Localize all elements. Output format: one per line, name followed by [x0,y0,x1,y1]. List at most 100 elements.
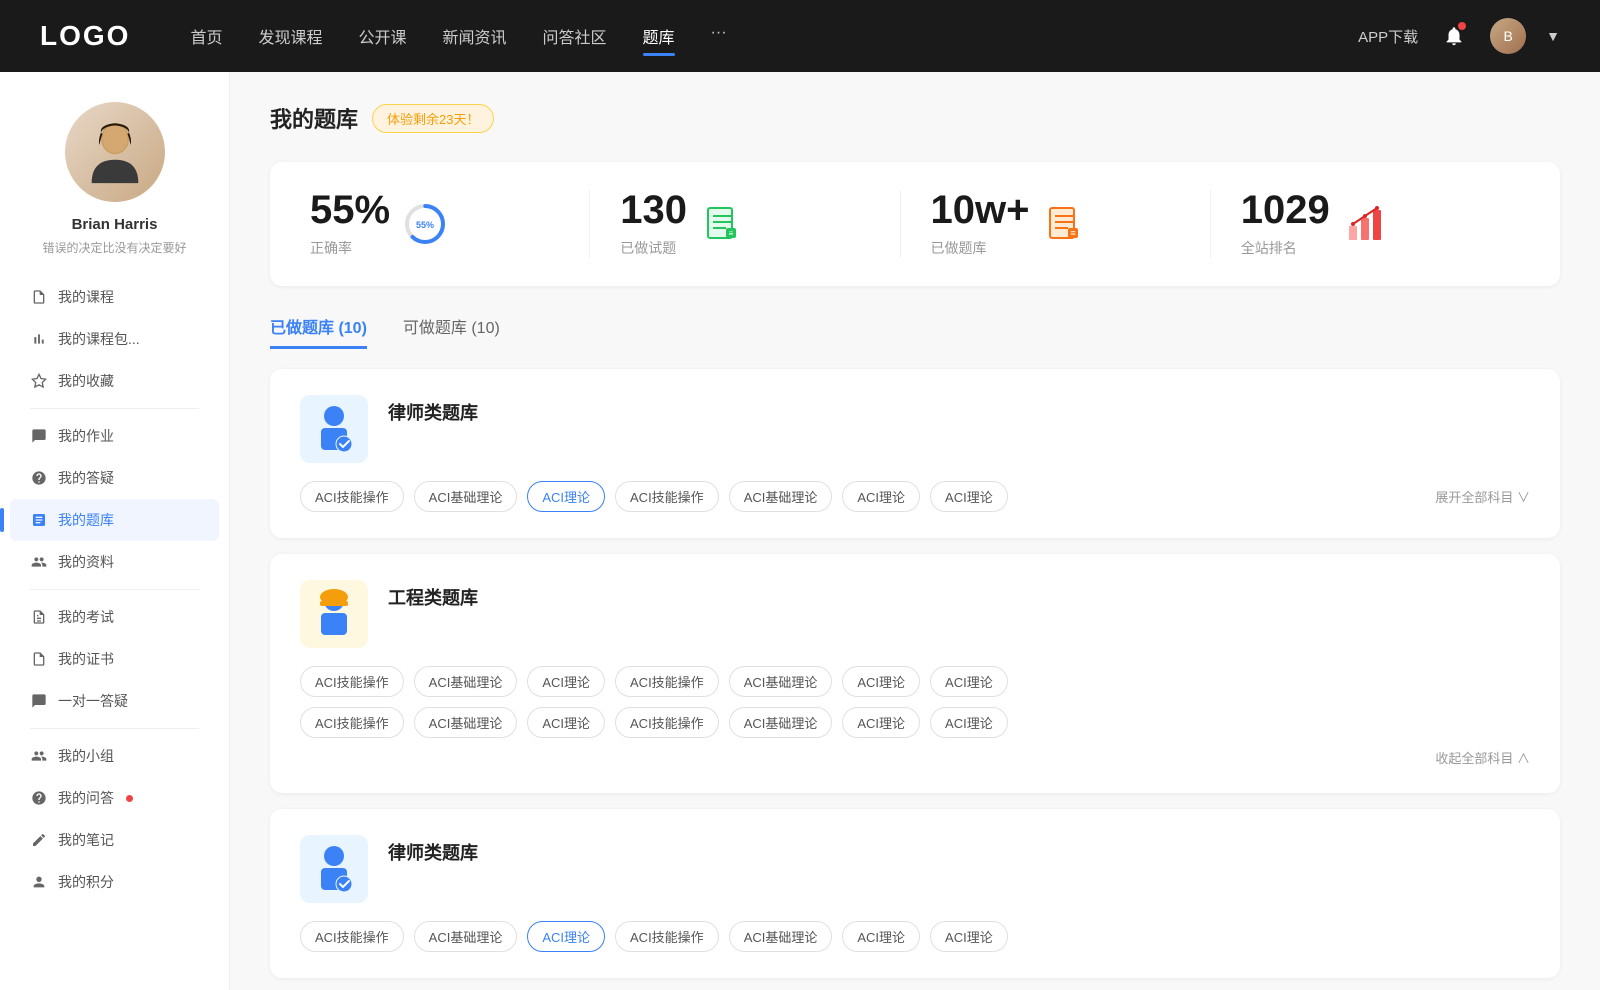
tag-3-5[interactable]: ACI理论 [842,921,920,952]
nav-open-course[interactable]: 公开课 [358,24,406,48]
bank-card-icon-1 [300,395,368,463]
stat-rank-label: 全站排名 [1241,238,1330,258]
mynotes-icon [30,831,48,849]
bank-card-header-1: 律师类题库 [300,395,1530,463]
stat-accuracy: 55% 正确率 55% [310,190,590,258]
sidebar-item-onetoone[interactable]: 一对一答疑 [10,680,219,722]
bank-card-header-3: 律师类题库 [300,835,1530,903]
notification-bell[interactable] [1438,20,1470,52]
tag-3-4[interactable]: ACI基础理论 [729,921,833,952]
tag-2b-4[interactable]: ACI基础理论 [729,707,833,738]
tag-1-2[interactable]: ACI理论 [527,481,605,512]
nav-qa[interactable]: 问答社区 [543,24,607,48]
stat-banks-number: 10w+ [931,190,1030,230]
nav-questionbank[interactable]: 题库 [643,24,675,48]
tag-1-3[interactable]: ACI技能操作 [615,481,719,512]
tag-2-4[interactable]: ACI基础理论 [729,666,833,697]
tag-2-2[interactable]: ACI理论 [527,666,605,697]
sidebar-motto: 错误的决定比没有决定要好 [42,239,186,256]
tag-3-3[interactable]: ACI技能操作 [615,921,719,952]
stat-rank-content: 1029 全站排名 [1241,190,1330,258]
nav-home[interactable]: 首页 [190,24,222,48]
sidebar-item-mynotes[interactable]: 我的笔记 [10,819,219,861]
coursepackages-icon [30,330,48,348]
questionbank-icon [30,511,48,529]
sidebar-label-profile: 我的资料 [58,552,114,572]
bank-card-icon-2 [300,580,368,648]
avatar[interactable]: B [1490,18,1526,54]
tag-2-0[interactable]: ACI技能操作 [300,666,404,697]
sidebar-item-coursepackages[interactable]: 我的课程包... [10,318,219,360]
tag-2b-6[interactable]: ACI理论 [930,707,1008,738]
sidebar-label-myquestions: 我的问答 [58,788,114,808]
mypoints-icon [30,873,48,891]
tag-2-3[interactable]: ACI技能操作 [615,666,719,697]
stat-questions-label: 已做试题 [620,238,687,258]
tag-1-5[interactable]: ACI理论 [842,481,920,512]
sidebar-label-mynotes: 我的笔记 [58,830,114,850]
sidebar-label-onetoone: 一对一答疑 [58,691,128,711]
tab-available[interactable]: 可做题库 (10) [403,314,500,349]
tag-2b-5[interactable]: ACI理论 [842,707,920,738]
tag-1-6[interactable]: ACI理论 [930,481,1008,512]
sidebar-item-myqa[interactable]: 我的答疑 [10,457,219,499]
sidebar-item-mygroup[interactable]: 我的小组 [10,735,219,777]
divider-2 [30,589,199,590]
question-dot [126,795,133,802]
expand-link-1[interactable]: 展开全部科目 ∨ [1435,487,1530,506]
tag-1-4[interactable]: ACI基础理论 [729,481,833,512]
stat-banks-icon: ≡ [1043,203,1085,245]
sidebar-item-mypoints[interactable]: 我的积分 [10,861,219,903]
homework-icon [30,427,48,445]
tag-2-6[interactable]: ACI理论 [930,666,1008,697]
tag-2-1[interactable]: ACI基础理论 [414,666,518,697]
tag-2-5[interactable]: ACI理论 [842,666,920,697]
nav-links: 首页 发现课程 公开课 新闻资讯 问答社区 题库 ··· [190,24,1318,48]
nav-discover[interactable]: 发现课程 [258,24,322,48]
collapse-link-2[interactable]: 收起全部科目 ∧ [300,748,1530,767]
sidebar-item-exams[interactable]: 我的考试 [10,596,219,638]
tag-3-0[interactable]: ACI技能操作 [300,921,404,952]
tag-3-6[interactable]: ACI理论 [930,921,1008,952]
tag-2b-1[interactable]: ACI基础理论 [414,707,518,738]
mygroup-icon [30,747,48,765]
page-title: 我的题库 [270,102,358,134]
tag-2b-0[interactable]: ACI技能操作 [300,707,404,738]
tag-1-1[interactable]: ACI基础理论 [414,481,518,512]
sidebar-item-profile[interactable]: 我的资料 [10,541,219,583]
svg-text:≡: ≡ [729,229,734,238]
tag-3-1[interactable]: ACI基础理论 [414,921,518,952]
logo[interactable]: LOGO [40,20,130,52]
avatar-dropdown-icon[interactable]: ▼ [1546,28,1560,44]
sidebar-item-mycourses[interactable]: 我的课程 [10,276,219,318]
svg-text:55%: 55% [416,220,434,230]
tag-2b-2[interactable]: ACI理论 [527,707,605,738]
divider-1 [30,408,199,409]
sidebar-label-questionbank: 我的题库 [58,510,114,530]
nav-news[interactable]: 新闻资讯 [443,24,507,48]
sidebar-item-questionbank[interactable]: 我的题库 [10,499,219,541]
tag-3-2[interactable]: ACI理论 [527,921,605,952]
stat-accuracy-label: 正确率 [310,238,390,258]
favorites-icon [30,372,48,390]
sidebar-label-mygroup: 我的小组 [58,746,114,766]
tab-done[interactable]: 已做题库 (10) [270,314,367,349]
nav-more[interactable]: ··· [711,24,727,48]
bank-title-wrap-3: 律师类题库 [388,835,478,865]
sidebar-item-homework[interactable]: 我的作业 [10,415,219,457]
myqa-icon [30,469,48,487]
sidebar-label-homework: 我的作业 [58,426,114,446]
sidebar-item-myquestions[interactable]: 我的问答 [10,777,219,819]
tags-row-3: ACI技能操作 ACI基础理论 ACI理论 ACI技能操作 ACI基础理论 AC… [300,921,1530,952]
tag-1-0[interactable]: ACI技能操作 [300,481,404,512]
bank-card-header-2: 工程类题库 [300,580,1530,648]
svg-text:≡: ≡ [1071,228,1076,238]
exams-icon [30,608,48,626]
app-download-button[interactable]: APP下载 [1358,26,1418,47]
stat-questions: 130 已做试题 ≡ [590,190,900,258]
stat-rank-icon [1344,203,1386,245]
sidebar-item-certificates[interactable]: 我的证书 [10,638,219,680]
stat-accuracy-content: 55% 正确率 [310,190,390,258]
tag-2b-3[interactable]: ACI技能操作 [615,707,719,738]
sidebar-item-favorites[interactable]: 我的收藏 [10,360,219,402]
